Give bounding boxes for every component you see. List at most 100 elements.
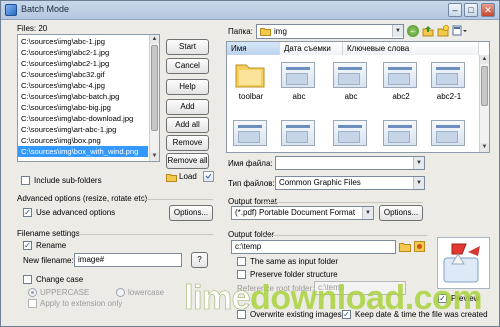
view-menu-icon[interactable] [452, 25, 468, 37]
browser-item-label: abc [292, 92, 306, 101]
maximize-button[interactable]: □ [464, 3, 478, 17]
file-list-item[interactable]: C:\sources\img\art-abc-1.jpg [18, 124, 148, 135]
browser-item-abc-2[interactable]: abc [329, 60, 373, 101]
image-thumbnail [383, 62, 417, 88]
preserve-structure-checkbox[interactable] [237, 270, 246, 279]
load-button[interactable]: Load [166, 171, 202, 184]
browser-item[interactable] [329, 118, 373, 158]
advanced-options-header: Advanced options (resize, rotate etc) [17, 194, 148, 203]
scroll-down-arrow-icon[interactable]: ▼ [480, 143, 489, 152]
rename-label: Rename [36, 241, 67, 250]
file-browser-view[interactable]: Имя Дата съемки Ключевые слова toolbar a… [226, 41, 490, 153]
close-button[interactable]: ✕ [481, 3, 495, 17]
image-thumbnail [233, 120, 267, 146]
include-subfolders-checkbox[interactable] [21, 176, 30, 185]
folder-combo[interactable]: img ▼ [256, 24, 404, 39]
rename-checkbox[interactable]: ✓ [23, 241, 32, 250]
load-label: Load [179, 172, 197, 181]
file-list-item[interactable]: C:\sources\img\abc-1.jpg [18, 36, 148, 47]
same-as-input-checkbox[interactable] [237, 257, 246, 266]
extension-only-label: Apply to extension only [40, 299, 123, 308]
back-icon[interactable]: ← [407, 25, 419, 37]
scroll-up-arrow-icon[interactable]: ▲ [150, 35, 159, 44]
file-list-item[interactable]: C:\sources\img\abc-big.jpg [18, 102, 148, 113]
image-thumbnail [333, 62, 367, 88]
chevron-down-icon[interactable]: ▼ [413, 157, 424, 169]
scroll-down-arrow-icon[interactable]: ▼ [150, 152, 159, 161]
output-format-value: (*.pdf) Portable Document Format [235, 208, 356, 217]
browser-item[interactable] [427, 118, 471, 158]
help-button[interactable]: Help [166, 79, 209, 95]
lowercase-label: lowercase [128, 288, 165, 297]
uppercase-radio[interactable] [28, 288, 37, 297]
file-list-item[interactable]: C:\sources\img\box.png [18, 135, 148, 146]
browser-item-abc[interactable]: abc [277, 60, 321, 101]
filename-label: Имя файла: [228, 159, 273, 168]
divider [263, 202, 423, 203]
start-button[interactable]: Start [166, 39, 209, 55]
add-button[interactable]: Add [166, 99, 209, 115]
new-filename-input[interactable]: image# [74, 253, 182, 267]
chevron-down-icon[interactable]: ▼ [392, 25, 403, 37]
up-folder-icon[interactable] [422, 25, 434, 37]
same-as-input-label: The same as input folder [250, 257, 339, 266]
file-list-item[interactable]: C:\sources\img\abc-batch.jpg [18, 91, 148, 102]
column-name[interactable]: Имя [227, 42, 280, 55]
extension-only-checkbox[interactable] [28, 299, 37, 308]
scroll-up-arrow-icon[interactable]: ▲ [480, 55, 489, 64]
browser-item-label: abc [344, 92, 358, 101]
browser-item-abc2-1[interactable]: abc2-1 [427, 60, 471, 101]
scroll-thumb[interactable] [151, 45, 158, 131]
files-list[interactable]: C:\sources\img\abc-1.jpg C:\sources\img\a… [17, 34, 160, 162]
divider [263, 235, 427, 236]
output-format-combo[interactable]: (*.pdf) Portable Document Format ▼ [231, 206, 374, 220]
filetype-combo[interactable]: Common Graphic Files ▼ [275, 176, 425, 190]
chevron-down-icon[interactable]: ▼ [413, 177, 424, 189]
remove-all-button[interactable]: Remove all [166, 153, 209, 169]
folder-icon [166, 174, 177, 182]
browser-item[interactable] [379, 118, 423, 158]
browser-item-toolbar[interactable]: toolbar [229, 60, 273, 101]
load-options-icon[interactable] [203, 171, 214, 182]
column-keywords[interactable]: Ключевые слова [343, 42, 479, 55]
lowercase-radio[interactable] [116, 288, 125, 297]
change-case-label: Change case [36, 275, 84, 284]
browser-item-label: abc2 [392, 92, 410, 101]
browser-item-label: abc2-1 [436, 92, 462, 101]
file-list-item[interactable]: C:\sources\img\abc-4.jpg [18, 80, 148, 91]
advanced-options-button[interactable]: Options... [169, 205, 213, 221]
column-date-taken[interactable]: Дата съемки [280, 42, 343, 55]
files-scrollbar[interactable]: ▲ ▼ [149, 35, 159, 161]
chevron-down-icon[interactable]: ▼ [362, 207, 373, 219]
file-list-item[interactable]: C:\sources\img\box_with_wind.png [18, 146, 148, 157]
remove-button[interactable]: Remove [166, 135, 209, 151]
browser-item-abc2[interactable]: abc2 [379, 60, 423, 101]
output-format-options-button[interactable]: Options... [379, 205, 423, 221]
add-all-button[interactable]: Add all [166, 117, 209, 133]
minimize-button[interactable]: – [448, 3, 462, 17]
new-filename-label: New filename: [23, 256, 74, 265]
file-list-item[interactable]: C:\sources\img\abc32.gif [18, 69, 148, 80]
new-folder-icon[interactable] [437, 25, 449, 37]
browser-item[interactable] [277, 118, 321, 158]
file-list-item[interactable]: C:\sources\img\abc2-1.jpg [18, 58, 148, 69]
filetype-label: Тип файлов: [228, 179, 275, 188]
browser-item[interactable] [229, 118, 273, 158]
file-list-item[interactable]: C:\sources\img\abc2-1.jpg [18, 47, 148, 58]
browse-folder-icon[interactable] [399, 241, 411, 252]
output-folder-input[interactable]: c:\temp [231, 240, 396, 254]
browser-scrollbar[interactable]: ▲ ▼ [479, 55, 489, 152]
title-bar[interactable]: Batch Mode – □ ✕ [1, 1, 499, 20]
filename-help-button[interactable]: ? [191, 252, 208, 268]
preserve-structure-label: Preserve folder structure [250, 270, 338, 279]
scroll-thumb[interactable] [481, 66, 488, 106]
use-advanced-checkbox[interactable]: ✓ [23, 208, 32, 217]
change-case-checkbox[interactable] [23, 275, 32, 284]
open-folder-icon[interactable] [414, 241, 425, 252]
cancel-button[interactable]: Cancel [166, 58, 209, 74]
folder-label: Папка: [228, 27, 253, 36]
file-list-item[interactable]: C:\sources\img\abc-download.jpg [18, 113, 148, 124]
image-thumbnail [281, 62, 315, 88]
filename-combo[interactable]: ▼ [275, 156, 425, 170]
use-advanced-label: Use advanced options [36, 208, 116, 217]
